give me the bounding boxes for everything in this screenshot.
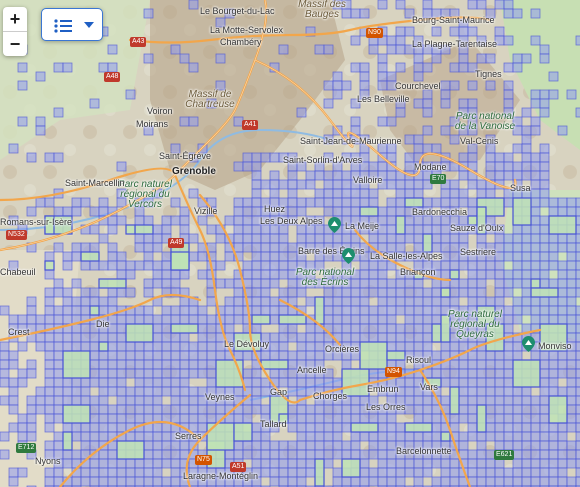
place-label: Grenoble bbox=[172, 166, 216, 177]
place-label: Saint-Sorlin-d'Arves bbox=[283, 155, 363, 165]
place-label: La Salle-les-Alpes bbox=[370, 251, 443, 261]
road-shield: E621 bbox=[494, 450, 515, 460]
road-shield: A51 bbox=[230, 462, 247, 472]
road-shield: A41 bbox=[242, 120, 259, 130]
list-icon bbox=[54, 19, 72, 33]
place-label: Orcières bbox=[325, 344, 360, 354]
place-label: Sauze d'Oulx bbox=[450, 223, 504, 233]
place-label: Chabeuil bbox=[0, 267, 36, 277]
place-label: Bourg-Saint-Maurice bbox=[412, 15, 495, 25]
place-label: Saint-Égrève bbox=[159, 151, 212, 161]
place-label: Die bbox=[96, 319, 110, 329]
chevron-down-icon bbox=[84, 22, 94, 28]
place-label: Le Dévoluy bbox=[224, 339, 270, 349]
place-label: Courchevel bbox=[395, 81, 441, 91]
summit-pin-icon[interactable] bbox=[342, 248, 355, 264]
legend-dropdown-button[interactable] bbox=[41, 8, 103, 41]
place-label: Risoul bbox=[406, 355, 432, 365]
place-label: Voiron bbox=[147, 106, 173, 116]
region-massif-bauges: Massif des Bauges bbox=[298, 0, 346, 20]
place-label: Modane bbox=[414, 162, 447, 172]
place-label: Romans-sur-Isère bbox=[0, 217, 73, 227]
place-label: La Meije bbox=[345, 221, 380, 231]
place-label: Valloire bbox=[353, 175, 383, 185]
place-label: Monviso bbox=[538, 341, 572, 351]
place-label: Huez bbox=[264, 204, 286, 214]
place-label: La Plagne-Tarentaise bbox=[412, 39, 498, 49]
road-shield: N75 bbox=[195, 455, 212, 465]
place-label: Ancelle bbox=[297, 365, 327, 375]
place-label: Vizille bbox=[194, 206, 218, 216]
road-shield: E70 bbox=[430, 174, 447, 184]
road-shield: A43 bbox=[130, 37, 147, 47]
road-shield: N532 bbox=[6, 230, 27, 240]
place-label: Chorges bbox=[313, 391, 348, 401]
region-massif-chartreuse: Massif de Chartreuse bbox=[185, 89, 235, 110]
map-canvas[interactable]: Massif des Bauges Massif de Chartreuse P… bbox=[0, 0, 580, 487]
place-label: Chambéry bbox=[220, 37, 262, 47]
place-label: Les Deux Alpes bbox=[260, 216, 323, 226]
place-label: Sestriere bbox=[460, 247, 497, 257]
place-label: Veynes bbox=[205, 392, 235, 402]
place-label: Gap bbox=[270, 387, 288, 397]
road-shield: A48 bbox=[104, 72, 121, 82]
place-label: Val-Cenis bbox=[460, 136, 499, 146]
place-label: Saint-Jean-de-Maurienne bbox=[300, 136, 402, 146]
place-label: Briançon bbox=[400, 267, 436, 277]
place-label: Moirans bbox=[136, 119, 169, 129]
place-label: Les Orres bbox=[366, 402, 406, 412]
place-label: Tallard bbox=[260, 419, 287, 429]
zoom-control: + − bbox=[3, 7, 27, 56]
road-shield: N94 bbox=[385, 367, 402, 377]
place-label: Barcelonnette bbox=[396, 446, 452, 456]
place-label: Embrun bbox=[367, 384, 399, 394]
zoom-in-button[interactable]: + bbox=[3, 7, 27, 31]
place-label: Crest bbox=[8, 327, 30, 337]
place-label: Les Belleville bbox=[357, 94, 410, 104]
road-shield: E712 bbox=[16, 443, 37, 453]
zoom-out-button[interactable]: − bbox=[3, 31, 27, 56]
region-parc-ecrins: Parc national des Écrins bbox=[295, 267, 355, 288]
place-label: Tignes bbox=[475, 69, 502, 79]
place-label: Nyons bbox=[35, 456, 61, 466]
place-label: Saint-Marcellin bbox=[65, 178, 125, 188]
summit-pin-icon[interactable] bbox=[522, 336, 535, 352]
region-parc-queyras: Parc naturel régional du Queyras bbox=[448, 309, 502, 340]
summit-pin-icon[interactable] bbox=[328, 217, 341, 233]
place-label: Le Bourget-du-Lac bbox=[200, 6, 275, 16]
road-shield: A49 bbox=[168, 238, 185, 248]
place-label: Susa bbox=[510, 183, 531, 193]
road-shield: N90 bbox=[366, 28, 383, 38]
place-label: La Motte-Servolex bbox=[210, 25, 284, 35]
place-label: Laragne-Montéglin bbox=[183, 471, 259, 481]
region-parc-vanoise: Parc national de la Vanoise bbox=[454, 111, 516, 132]
place-label: Serres bbox=[175, 431, 202, 441]
place-label: Bardonecchia bbox=[412, 207, 468, 217]
place-label: Vars bbox=[420, 382, 438, 392]
